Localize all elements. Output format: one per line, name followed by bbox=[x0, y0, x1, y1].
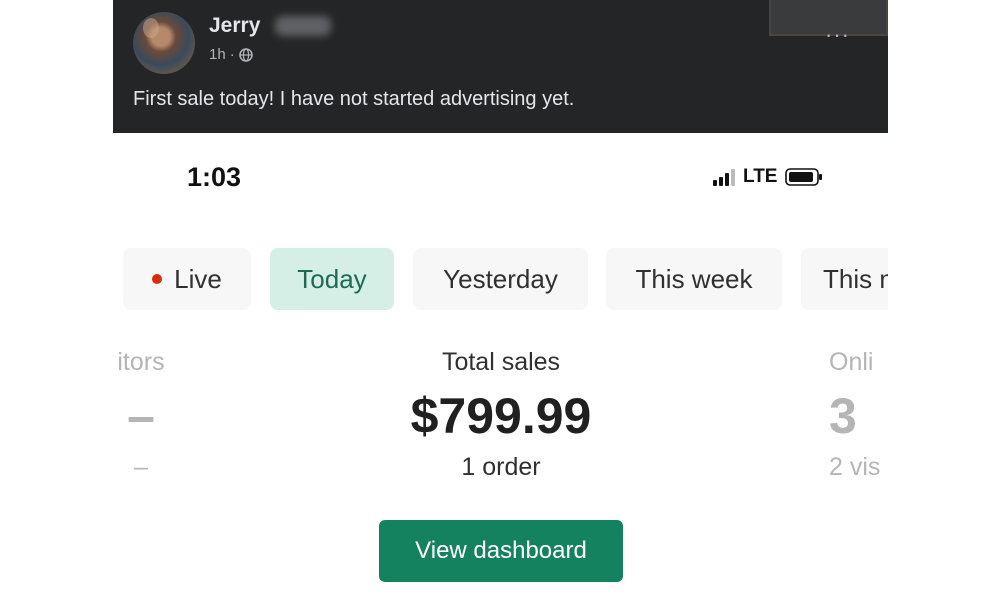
metric-online-value: 3 bbox=[829, 388, 857, 444]
metric-total-sales-label: Total sales bbox=[441, 348, 561, 376]
signal-icon bbox=[713, 168, 735, 186]
filter-today[interactable]: Today bbox=[270, 248, 394, 310]
metric-visitors-value: – bbox=[127, 388, 155, 444]
status-time: 1:03 bbox=[187, 162, 242, 192]
live-dot-icon bbox=[152, 274, 163, 284]
avatar[interactable] bbox=[133, 12, 195, 74]
filter-this-month-label: This m bbox=[823, 263, 888, 294]
metric-visitors-sub: – bbox=[134, 453, 148, 481]
filter-yesterday[interactable]: Yesterday bbox=[413, 248, 588, 310]
network-label: LTE bbox=[743, 166, 778, 187]
social-post-header: Jerry 1h · ··· First sale today! I have … bbox=[113, 0, 888, 133]
filter-this-week-label: This week bbox=[635, 263, 753, 294]
post-text: First sale today! I have not started adv… bbox=[133, 88, 575, 110]
more-options-icon[interactable]: ··· bbox=[825, 24, 850, 46]
metric-visitors: itors – – bbox=[113, 348, 211, 482]
metric-online-sub: 2 vis bbox=[829, 453, 881, 481]
globe-icon bbox=[238, 47, 253, 62]
post-meta: 1h · bbox=[209, 46, 253, 63]
battery-icon bbox=[785, 168, 823, 186]
metric-online: Onli 3 2 vis bbox=[829, 348, 888, 482]
redacted-surname bbox=[275, 16, 331, 36]
metric-visitors-label: itors bbox=[117, 348, 165, 376]
filter-today-label: Today bbox=[297, 263, 367, 294]
status-indicators: LTE bbox=[713, 166, 823, 188]
screenshot-frame: Jerry 1h · ··· First sale today! I have … bbox=[113, 0, 888, 600]
filter-this-week[interactable]: This week bbox=[606, 248, 782, 310]
filter-live[interactable]: Live bbox=[123, 248, 251, 310]
post-author-name[interactable]: Jerry bbox=[209, 14, 260, 38]
filter-this-month[interactable]: This m bbox=[801, 248, 888, 310]
view-dashboard-button[interactable]: View dashboard bbox=[379, 520, 623, 582]
filter-yesterday-label: Yesterday bbox=[443, 263, 558, 294]
metric-total-sales-sub: 1 order bbox=[461, 453, 541, 481]
metric-total-sales-value: $799.99 bbox=[410, 388, 592, 444]
metric-online-label: Onli bbox=[829, 348, 874, 376]
filter-live-label: Live bbox=[174, 263, 222, 294]
meta-separator: · bbox=[229, 46, 235, 63]
post-time[interactable]: 1h bbox=[209, 46, 226, 63]
metric-total-sales: Total sales $799.99 1 order bbox=[351, 348, 651, 482]
